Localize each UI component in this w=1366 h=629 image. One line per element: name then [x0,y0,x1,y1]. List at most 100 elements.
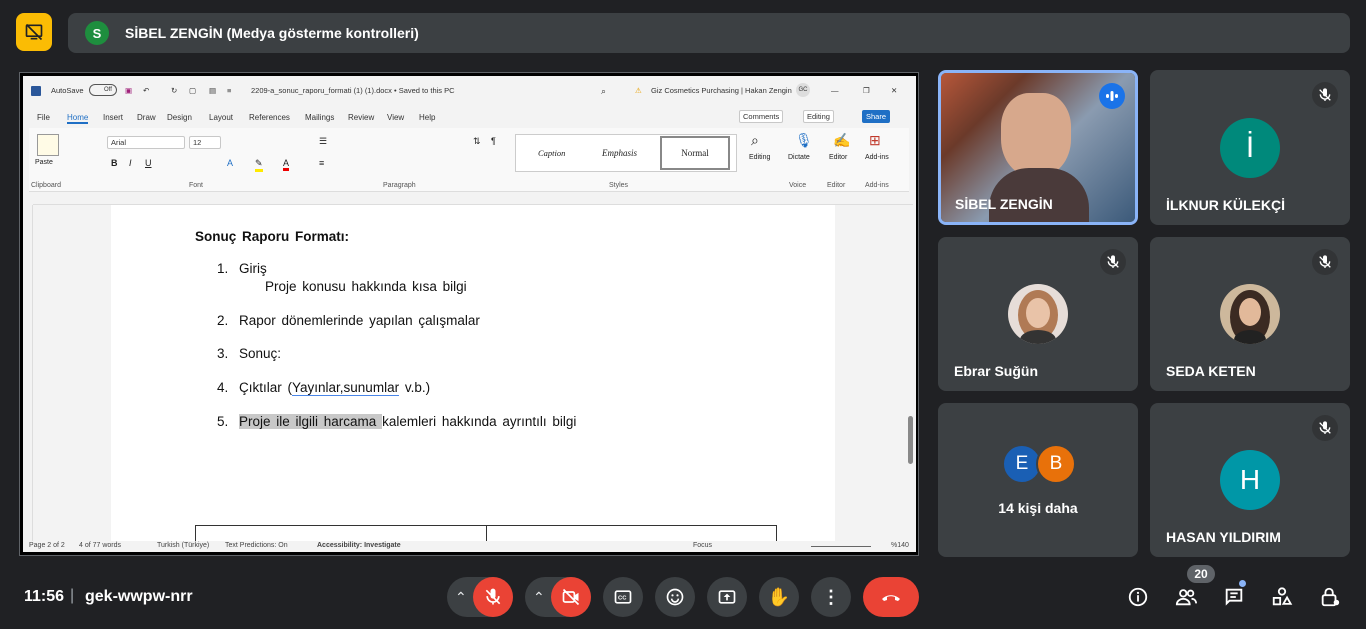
print-icon[interactable]: ▤ [209,86,216,95]
underline-button[interactable]: U [145,158,152,168]
text-effects-icon[interactable]: A [227,158,233,168]
share-button[interactable]: Share [862,110,891,123]
host-controls-icon[interactable] [1317,584,1343,610]
chat-icon[interactable] [1221,584,1247,610]
minimize-icon[interactable]: — [831,86,839,95]
word-titlebar: AutoSave Off ▣ ↶ ↻ ▢ ▤ ≡ 2209-a_sonuc_ra… [23,76,916,108]
tab-home[interactable]: Home [67,113,89,124]
mic-toggle-button[interactable] [473,577,513,617]
more-options-button[interactable]: ⋮ [811,577,851,617]
dictate-label[interactable]: Dictate [788,154,810,161]
camera-off-icon [562,588,580,606]
emoji-button[interactable] [655,577,695,617]
addins-icon[interactable]: ⊞ [869,132,881,149]
sort-icon[interactable]: ⇅ [473,136,481,147]
comments-button[interactable]: Comments [739,110,784,123]
leave-call-button[interactable] [863,577,919,617]
find-icon[interactable]: ⌕ [751,132,759,149]
bold-button[interactable]: B [111,158,118,168]
group-voice: Voice [789,182,807,189]
participant-name: SEDA KETEN [1166,363,1256,379]
style-emphasis[interactable]: Emphasis [602,148,637,158]
people-icon[interactable] [1173,584,1199,610]
tab-insert[interactable]: Insert [103,113,123,122]
present-icon [718,590,736,604]
paste-icon[interactable] [37,134,59,156]
status-predictions[interactable]: Text Predictions: On [225,542,288,549]
autosave-toggle[interactable]: Off [89,84,117,96]
undo-icon[interactable]: ↶ [143,86,149,95]
participant-name: SİBEL ZENGİN [955,196,1053,212]
microphone-icon[interactable]: 🎙 [795,132,813,149]
tab-view[interactable]: View [387,113,404,122]
horizontal-ruler[interactable] [33,193,913,205]
tile-ilknur[interactable]: İ İLKNUR KÜLEKÇİ [1150,70,1350,225]
redo-icon[interactable]: ↻ [171,86,177,95]
captions-icon: CC [614,590,632,604]
account-avatar[interactable]: GC [796,83,810,97]
font-size-select[interactable]: 12 [189,136,221,149]
meeting-code: gek-wwpw-nrr [85,588,193,605]
tab-design[interactable]: Design [167,113,192,122]
camera-toggle-button[interactable] [551,577,591,617]
camera-options-chevron-icon[interactable]: ⌃ [533,589,545,606]
editor-icon[interactable]: ✍ [833,132,850,149]
addins-label[interactable]: Add-ins [865,154,889,161]
list-item-1: Giriş [239,261,267,276]
tab-draw[interactable]: Draw [137,113,156,122]
document-page[interactable]: Sonuç Raporu Formatı: 1. Giriş Proje kon… [111,205,835,542]
status-language[interactable]: Turkish (Türkiye) [157,542,209,549]
italic-button[interactable]: I [129,158,132,168]
status-zoom[interactable]: %140 [891,542,909,549]
captions-button[interactable]: CC [603,577,643,617]
restore-icon[interactable]: ❐ [863,86,870,95]
zoom-slider[interactable] [811,546,871,547]
tab-help[interactable]: Help [419,113,435,122]
font-name-select[interactable]: Arial [107,136,185,149]
tab-file[interactable]: File [37,113,50,122]
style-caption[interactable]: Caption [538,148,565,158]
highlight-icon[interactable]: ✎ [255,158,263,172]
style-normal[interactable]: Normal [660,136,730,170]
scrollbar-thumb[interactable] [908,416,913,464]
list-subitem-1: Proje konusu hakkında kısa bilgi [265,279,467,294]
save-icon[interactable]: ▣ [125,86,132,95]
mic-options-chevron-icon[interactable]: ⌃ [455,589,467,606]
doc-heading: Sonuç Raporu Formatı: [195,229,350,244]
search-icon[interactable]: ⌕ [601,86,606,97]
list-number-5: 5. [217,414,229,429]
presenting-off-icon[interactable] [16,13,52,51]
editing-label[interactable]: Editing [749,154,770,161]
tile-seda[interactable]: SEDA KETEN [1150,237,1350,391]
status-words[interactable]: 4 of 77 words [79,542,121,549]
tab-review[interactable]: Review [348,113,374,122]
status-page[interactable]: Page 2 of 2 [29,542,65,549]
vertical-scrollbar[interactable] [905,205,916,541]
tile-ebrar[interactable]: Ebrar Suğün [938,237,1138,391]
activities-icon[interactable] [1269,584,1295,610]
shared-screen: AutoSave Off ▣ ↶ ↻ ▢ ▤ ≡ 2209-a_sonuc_ra… [19,72,919,556]
align-left-icon[interactable]: ≡ [319,158,324,168]
tab-references[interactable]: References [249,113,290,122]
tile-hasan[interactable]: H HASAN YILDIRIM [1150,403,1350,557]
pilcrow-icon[interactable]: ¶ [491,136,496,146]
bullets-icon[interactable]: ☰ [319,136,327,147]
tile-sibel[interactable]: SİBEL ZENGİN [938,70,1138,225]
presenter-bar[interactable]: S SİBEL ZENGİN (Medya gösterme kontrolle… [68,13,1350,53]
tab-layout[interactable]: Layout [209,113,233,122]
editing-mode-button[interactable]: Editing [803,110,834,123]
customize-icon[interactable]: ≡ [227,86,231,95]
close-icon[interactable]: ✕ [891,86,897,95]
raise-hand-button[interactable]: ✋ [759,577,799,617]
status-focus[interactable]: Focus [693,542,712,549]
list-number-4: 4. [217,380,229,395]
tile-others[interactable]: E B 14 kişi daha [938,403,1138,557]
status-accessibility[interactable]: Accessibility: Investigate [317,542,401,549]
info-icon[interactable] [1125,584,1151,610]
group-font: Font [189,182,204,189]
new-doc-icon[interactable]: ▢ [189,86,196,95]
tab-mailings[interactable]: Mailings [305,113,334,122]
font-color-icon[interactable]: A [283,158,290,171]
present-button[interactable] [707,577,747,617]
editor-label[interactable]: Editor [829,154,847,161]
